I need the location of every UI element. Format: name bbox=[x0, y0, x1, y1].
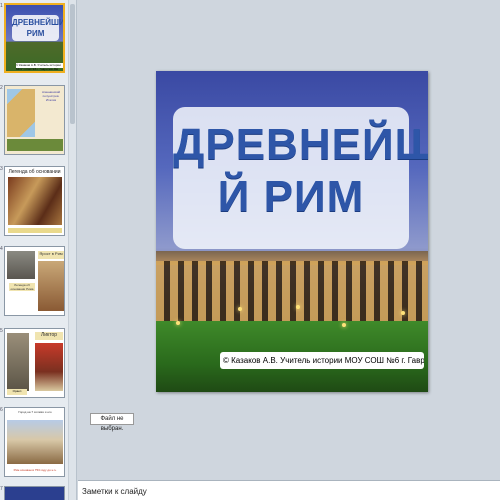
slide-number: 4 bbox=[0, 246, 3, 252]
slide-thumbnail-1[interactable]: ДРЕВНЕЙШИЙ РИМ © Казаков А.В. Учитель ис… bbox=[4, 3, 65, 73]
thumbnail-label: Оракл bbox=[7, 389, 27, 395]
lamp-light bbox=[296, 305, 300, 309]
thumbnail-caption: Рим основан в 753 году до н.э. bbox=[13, 468, 57, 472]
lamp-light bbox=[401, 311, 405, 315]
lamp-light bbox=[342, 323, 346, 327]
slide-thumbnail-5[interactable]: Ликтор Оракл bbox=[4, 328, 65, 398]
speaker-notes-area[interactable]: Заметки к слайду bbox=[78, 480, 500, 500]
slide-thumbnail-2[interactable]: Апеннинский полуостров. Италия bbox=[4, 85, 65, 155]
landscape-image bbox=[7, 139, 63, 151]
slide-thumbnail-4[interactable]: Ярост в Рим Легенда об основании Рима bbox=[4, 246, 65, 316]
lamp-light bbox=[238, 307, 242, 311]
thumbnail-label: Ликтор bbox=[35, 332, 63, 340]
slide-thumbnail-7[interactable] bbox=[4, 486, 65, 500]
slide-thumbnail-6[interactable]: Город на 7 холмах и его Рим основан в 75… bbox=[4, 407, 65, 477]
slide-number: 2 bbox=[0, 85, 3, 91]
file-tooltip: Файл не выбран. bbox=[90, 413, 134, 432]
slide-thumbnail-pane: 1 ДРЕВНЕЙШИЙ РИМ © Казаков А.В. Учитель … bbox=[0, 0, 77, 500]
slide-title-line-1: ДРЕВНЕЙШИ bbox=[173, 120, 428, 169]
slide-credit-text[interactable]: © Казаков А.В. Учитель истории МОУ СОШ №… bbox=[220, 352, 424, 369]
thumbnail-caption bbox=[8, 228, 62, 233]
thumbnail-label: Легенда об основании Рима bbox=[9, 283, 35, 291]
thumbnail-text: Апеннинский полуостров. Италия bbox=[41, 90, 61, 102]
slide-title: ДРЕВНЕЙШИ Й РИМ bbox=[173, 119, 428, 223]
soldiers-image bbox=[35, 343, 63, 391]
thumbnail-scrollbar[interactable] bbox=[68, 0, 76, 500]
map-image bbox=[7, 89, 35, 137]
lamp-light bbox=[176, 321, 180, 325]
thumbnail-title: ДРЕВНЕЙШИЙ РИМ bbox=[12, 15, 63, 41]
thumbnail-title: Легенда об основании bbox=[8, 169, 61, 175]
thumbnail-title: Город на 7 холмах и его bbox=[18, 410, 52, 414]
slide-title-box[interactable]: ДРЕВНЕЙШИ Й РИМ bbox=[173, 107, 428, 249]
wolf-statue-image bbox=[7, 251, 35, 279]
slide-title-line-2: Й РИМ bbox=[217, 172, 365, 221]
slide-thumbnail-3[interactable]: Легенда об основании bbox=[4, 166, 65, 236]
slide-number: 3 bbox=[0, 166, 3, 172]
slide-number: 5 bbox=[0, 328, 3, 334]
scrollbar-thumb[interactable] bbox=[70, 4, 75, 124]
notes-placeholder: Заметки к слайду bbox=[82, 487, 147, 496]
ruins-image bbox=[7, 420, 63, 464]
slide-number: 6 bbox=[0, 407, 3, 413]
figure-image bbox=[38, 261, 64, 311]
figure-image bbox=[7, 333, 29, 391]
thumbnail-label: Ярост в Рим bbox=[38, 251, 64, 259]
slide-number: 1 bbox=[0, 3, 3, 9]
thumbnail-caption: © Казаков А.В. Учитель истории МОУ СОШ №… bbox=[16, 63, 63, 71]
slide-number: 7 bbox=[0, 486, 3, 492]
current-slide[interactable]: ДРЕВНЕЙШИ Й РИМ © Казаков А.В. Учитель и… bbox=[156, 71, 428, 392]
painting-image bbox=[8, 177, 62, 225]
